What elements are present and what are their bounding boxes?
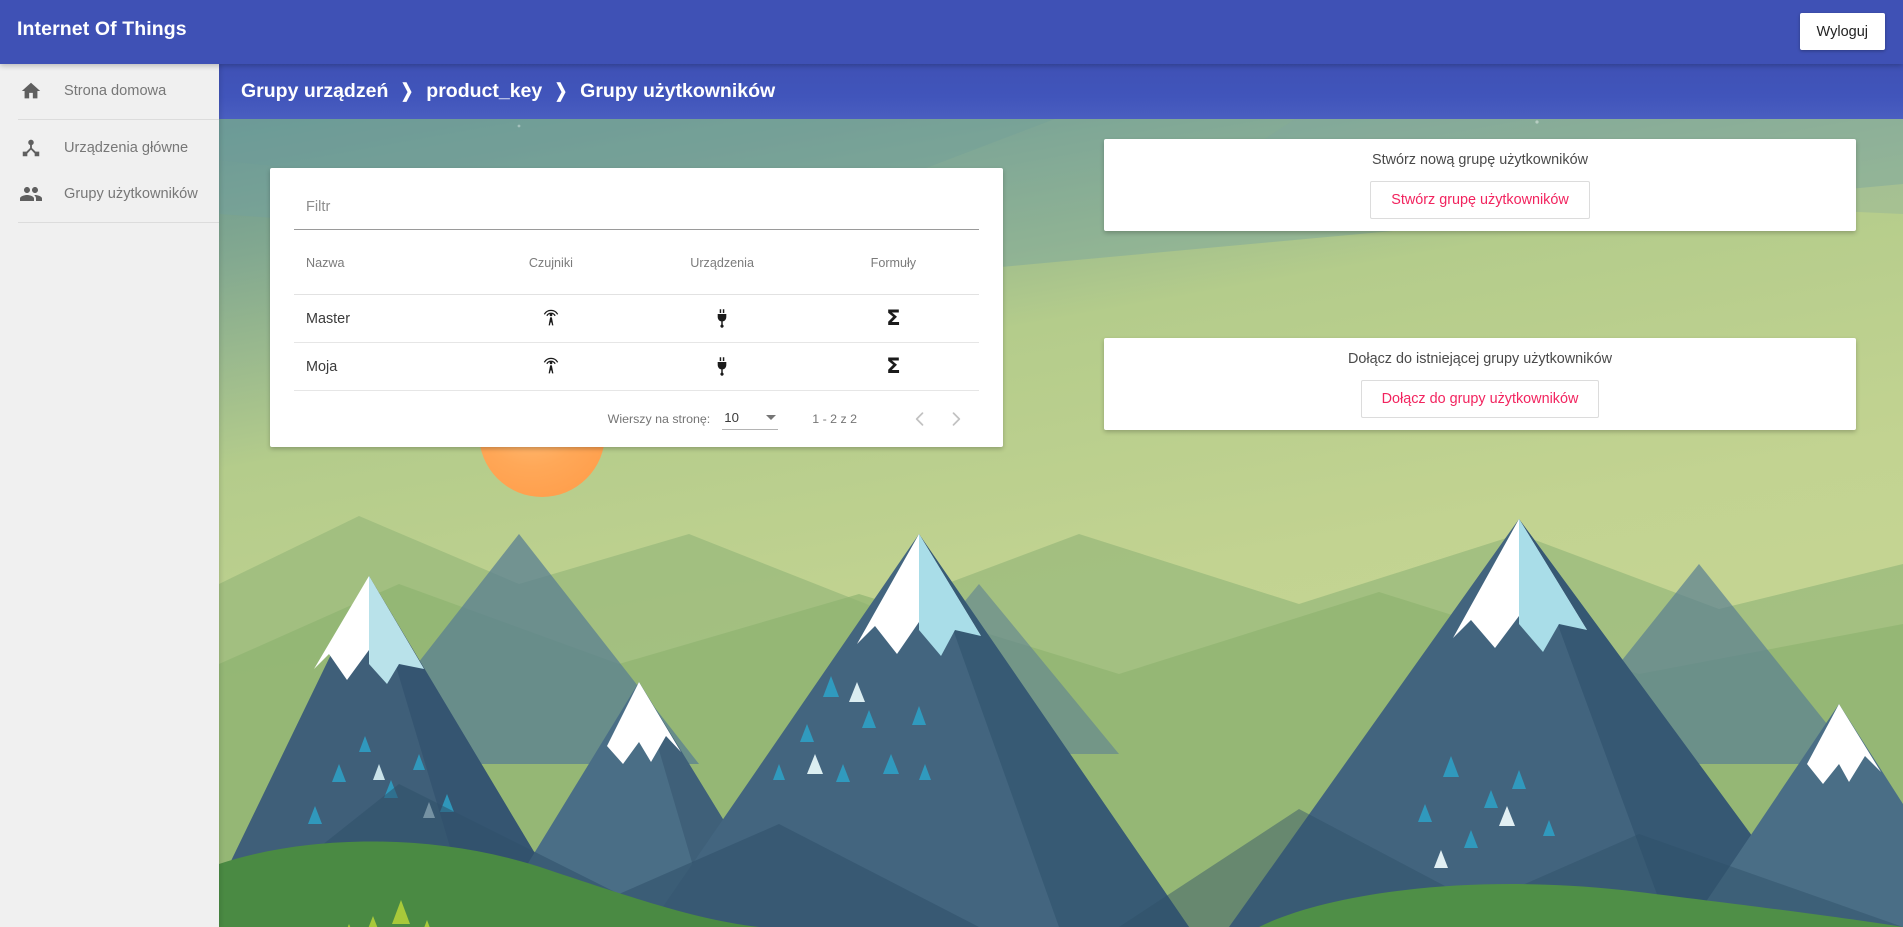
- sidebar-item-user-groups-label: Grupy użytkowników: [64, 186, 198, 202]
- chevron-right-icon: [946, 409, 966, 429]
- join-user-group-card: Dołącz do istniejącej grupy użytkowników…: [1104, 338, 1856, 430]
- table-body: Master Σ Moja Σ: [294, 294, 979, 391]
- filter-input[interactable]: [306, 199, 979, 215]
- power-plug-icon[interactable]: [709, 305, 735, 331]
- column-header-sensors: Czujniki: [465, 230, 637, 295]
- cell-sensors: [465, 342, 637, 391]
- sigma-icon[interactable]: Σ: [886, 306, 900, 330]
- breadcrumb-item-device-groups[interactable]: Grupy urządzeń: [241, 80, 388, 103]
- cell-devices: [636, 294, 808, 343]
- join-user-group-title: Dołącz do istniejącej grupy użytkowników: [1348, 350, 1612, 367]
- power-plug-icon[interactable]: [709, 353, 735, 379]
- breadcrumb-item-product-key[interactable]: product_key: [426, 80, 542, 103]
- antenna-sensor-icon[interactable]: [538, 305, 564, 331]
- join-user-group-button[interactable]: Dołącz do grupy użytkowników: [1360, 379, 1600, 418]
- cell-formulas: Σ: [807, 294, 979, 343]
- create-user-group-title: Stwórz nową grupę użytkowników: [1372, 151, 1588, 168]
- sidebar-item-user-groups[interactable]: Grupy użytkowników: [0, 171, 219, 217]
- table-header-row: Nazwa Czujniki Urządzenia Formuły: [294, 230, 979, 295]
- antenna-sensor-icon[interactable]: [538, 353, 564, 379]
- column-header-name: Nazwa: [294, 230, 466, 295]
- create-user-group-button[interactable]: Stwórz grupę użytkowników: [1370, 180, 1590, 219]
- app-title: Internet Of Things: [17, 18, 187, 40]
- sidebar-item-main-devices[interactable]: Urządzenia główne: [0, 125, 219, 171]
- chevron-down-icon: [766, 415, 777, 420]
- application-root: Internet Of Things Wyloguj Strona domowa…: [0, 0, 1903, 927]
- cell-formulas: Σ: [807, 342, 979, 391]
- table-row[interactable]: Master Σ: [294, 294, 979, 343]
- rows-per-page-label: Wierszy na stronę:: [607, 412, 711, 426]
- chevron-left-icon: [910, 409, 930, 429]
- sidebar-item-main-devices-label: Urządzenia główne: [64, 140, 189, 156]
- rows-per-page-value: 10: [724, 410, 739, 425]
- previous-page-button[interactable]: [903, 402, 937, 436]
- cell-group-name: Moja: [294, 342, 466, 391]
- breadcrumb-separator: ❯: [400, 81, 414, 102]
- rows-per-page-select[interactable]: 10: [722, 408, 779, 430]
- logout-button[interactable]: Wyloguj: [1799, 13, 1885, 50]
- breadcrumb-separator: ❯: [554, 81, 568, 102]
- cell-sensors: [465, 294, 637, 343]
- breadcrumb-item-user-groups: Grupy użytkowników: [580, 80, 776, 102]
- table-paginator: Wierszy na stronę: 10 1 - 2 z 2: [294, 391, 979, 447]
- sidebar-divider: [18, 119, 219, 120]
- cell-group-name: Master: [294, 294, 466, 343]
- sidebar-item-home-label: Strona domowa: [64, 83, 167, 99]
- next-page-button[interactable]: [939, 402, 973, 436]
- user-groups-table: Nazwa Czujniki Urządzenia Formuły Master: [294, 230, 979, 391]
- sidebar: Strona domowa Urządzenia główne Grupy uż…: [0, 64, 219, 927]
- breadcrumb: Grupy urządzeń ❯ product_key ❯ Grupy uży…: [219, 64, 1903, 119]
- people-icon: [18, 181, 44, 207]
- table-head: Nazwa Czujniki Urządzenia Formuły: [294, 230, 979, 295]
- table-row[interactable]: Moja Σ: [294, 342, 979, 391]
- sigma-icon[interactable]: Σ: [886, 354, 900, 378]
- top-app-bar: Internet Of Things Wyloguj: [0, 0, 1903, 64]
- sidebar-divider-bottom: [18, 222, 219, 223]
- column-header-formulas: Formuły: [807, 230, 979, 295]
- page-range-label: 1 - 2 z 2: [812, 412, 857, 426]
- main-content: Nazwa Czujniki Urządzenia Formuły Master: [219, 119, 1903, 927]
- filter-field: [294, 190, 979, 230]
- device-hub-icon: [18, 135, 44, 161]
- column-header-devices: Urządzenia: [636, 230, 808, 295]
- create-user-group-card: Stwórz nową grupę użytkowników Stwórz gr…: [1104, 139, 1856, 231]
- user-groups-table-card: Nazwa Czujniki Urządzenia Formuły Master: [270, 168, 1003, 447]
- sidebar-item-home[interactable]: Strona domowa: [0, 68, 219, 114]
- home-icon: [18, 78, 44, 104]
- cell-devices: [636, 342, 808, 391]
